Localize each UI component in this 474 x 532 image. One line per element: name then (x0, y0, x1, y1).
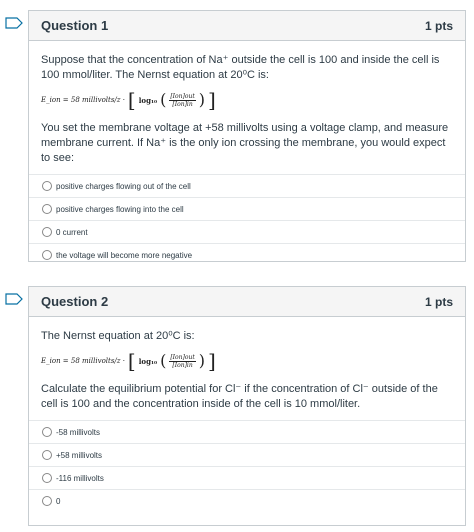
radio-button[interactable] (42, 250, 52, 260)
question-header: Question 2 1 pts (29, 287, 465, 317)
radio-button[interactable] (42, 473, 52, 483)
flag-question-icon[interactable] (5, 17, 23, 29)
question-points: 1 pts (424, 294, 453, 309)
question-prompt: You set the membrane voltage at +58 mill… (41, 122, 449, 164)
answer-option[interactable]: positive charges flowing out of the cell (29, 175, 465, 198)
answer-label: 0 (56, 496, 61, 506)
answer-option[interactable]: 0 current (29, 221, 465, 244)
equation-bracket: [ (127, 88, 136, 112)
equation-numerator: [Ion]out (169, 353, 196, 362)
equation-denominator: [Ion]in (172, 100, 193, 108)
question-points: 1 pts (424, 18, 453, 33)
question-body: The Nernst equation at 20⁰C is: E_ion = … (29, 317, 465, 512)
equation-lhs: E_ion = 58 millivolts/z · (41, 356, 125, 365)
nernst-equation: E_ion = 58 millivolts/z · [ log₁₀ ( [Ion… (41, 349, 216, 373)
question-prompt: Calculate the equilibrium potential for … (41, 383, 438, 410)
equation-numerator: [Ion]out (169, 92, 196, 101)
answer-option[interactable]: the voltage will become more negative (29, 244, 465, 266)
radio-button[interactable] (42, 181, 52, 191)
answer-list: positive charges flowing out of the cell… (29, 174, 465, 266)
radio-button[interactable] (42, 427, 52, 437)
answer-label: -58 millivolts (56, 427, 101, 437)
radio-button[interactable] (42, 450, 52, 460)
equation-bracket: [ (127, 349, 136, 373)
answer-option[interactable]: -116 millivolts (29, 467, 465, 490)
answer-label: -116 millivolts (56, 473, 104, 483)
answer-label: the voltage will become more negative (56, 250, 193, 260)
question-text: The Nernst equation at 20⁰C is: (41, 330, 195, 342)
question-card-1: Question 1 1 pts Suppose that the concen… (28, 10, 466, 262)
radio-button[interactable] (42, 496, 52, 506)
question-title: Question 1 (41, 18, 109, 33)
answer-option[interactable]: +58 millivolts (29, 444, 465, 467)
equation-lhs: E_ion = 58 millivolts/z · (41, 95, 125, 104)
answer-option[interactable]: -58 millivolts (29, 421, 465, 444)
answer-label: positive charges flowing into the cell (56, 204, 184, 214)
radio-button[interactable] (42, 204, 52, 214)
question-body: Suppose that the concentration of Na⁺ ou… (29, 41, 465, 266)
question-text: Suppose that the concentration of Na⁺ ou… (41, 54, 440, 81)
radio-button[interactable] (42, 227, 52, 237)
nernst-equation: E_ion = 58 millivolts/z · [ log₁₀ ( [Ion… (41, 88, 216, 112)
flag-question-icon[interactable] (5, 293, 23, 305)
answer-list: -58 millivolts +58 millivolts -116 milli… (29, 420, 465, 512)
answer-label: +58 millivolts (56, 450, 103, 460)
equation-denominator: [Ion]in (172, 361, 193, 369)
equation-log: log₁₀ (138, 95, 158, 105)
answer-label: positive charges flowing out of the cell (56, 181, 191, 191)
question-card-2: Question 2 1 pts The Nernst equation at … (28, 286, 466, 526)
equation-fraction: [Ion]out [Ion]in (169, 353, 196, 369)
question-title: Question 2 (41, 294, 109, 309)
equation-log: log₁₀ (138, 356, 158, 366)
equation-fraction: [Ion]out [Ion]in (169, 92, 196, 108)
answer-option[interactable]: positive charges flowing into the cell (29, 198, 465, 221)
answer-label: 0 current (56, 227, 88, 237)
question-header: Question 1 1 pts (29, 11, 465, 41)
answer-option[interactable]: 0 (29, 490, 465, 512)
